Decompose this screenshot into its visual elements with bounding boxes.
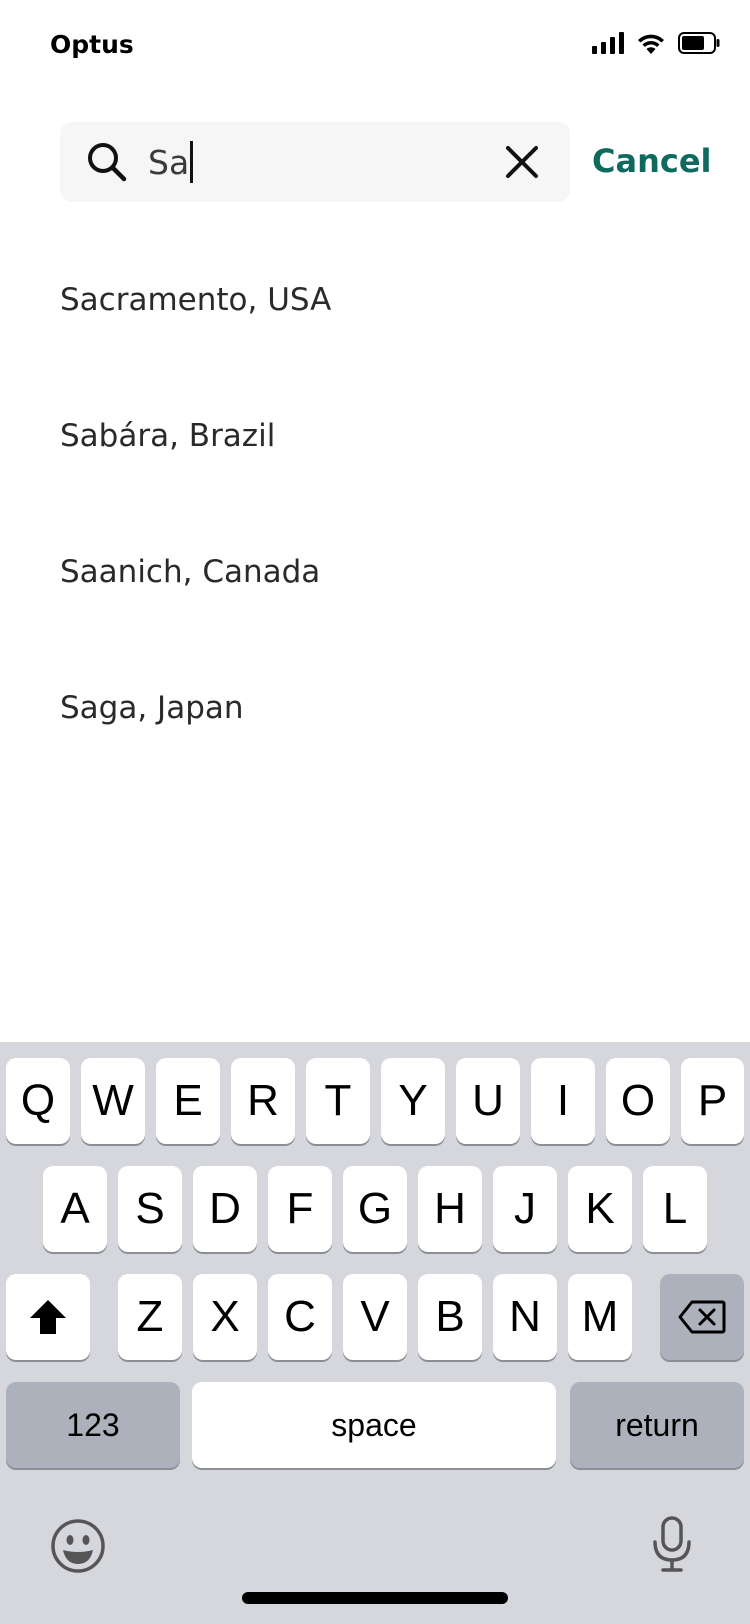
status-bar: Optus — [0, 0, 750, 92]
home-indicator[interactable] — [242, 1592, 508, 1604]
cancel-button[interactable]: Cancel — [592, 142, 712, 180]
key-a[interactable]: A — [43, 1166, 107, 1252]
city-search-screen: Optus Sa Cancel Sacramento, USA Sabára, … — [0, 0, 750, 1624]
key-f[interactable]: F — [268, 1166, 332, 1252]
shift-icon — [30, 1300, 66, 1334]
key-n[interactable]: N — [493, 1274, 557, 1360]
search-icon — [88, 143, 127, 182]
key-j[interactable]: J — [493, 1166, 557, 1252]
text-caret — [190, 141, 194, 183]
return-key[interactable]: return — [570, 1382, 744, 1468]
key-g[interactable]: G — [343, 1166, 407, 1252]
key-z[interactable]: Z — [118, 1274, 182, 1360]
key-q[interactable]: Q — [6, 1058, 70, 1144]
carrier-label: Optus — [50, 30, 134, 59]
wifi-icon — [638, 34, 664, 54]
key-m[interactable]: M — [568, 1274, 632, 1360]
key-w[interactable]: W — [81, 1058, 145, 1144]
key-s[interactable]: S — [118, 1166, 182, 1252]
key-x[interactable]: X — [193, 1274, 257, 1360]
key-u[interactable]: U — [456, 1058, 520, 1144]
result-item[interactable]: Sabára, Brazil — [0, 368, 750, 504]
search-results-list: Sacramento, USA Sabára, Brazil Saanich, … — [0, 232, 750, 776]
key-b[interactable]: B — [418, 1274, 482, 1360]
result-item[interactable]: Sacramento, USA — [0, 232, 750, 368]
search-input[interactable]: Sa — [148, 140, 194, 184]
search-input-value: Sa — [148, 142, 190, 182]
result-item[interactable]: Saanich, Canada — [0, 504, 750, 640]
key-d[interactable]: D — [193, 1166, 257, 1252]
key-r[interactable]: R — [231, 1058, 295, 1144]
result-item[interactable]: Saga, Japan — [0, 640, 750, 776]
key-t[interactable]: T — [306, 1058, 370, 1144]
key-v[interactable]: V — [343, 1274, 407, 1360]
microphone-icon[interactable] — [650, 1514, 694, 1574]
key-i[interactable]: I — [531, 1058, 595, 1144]
space-key[interactable]: space — [192, 1382, 556, 1468]
backspace-key[interactable] — [660, 1274, 744, 1360]
status-icons — [592, 32, 720, 54]
key-p[interactable]: P — [681, 1058, 744, 1144]
backspace-icon — [678, 1300, 726, 1334]
key-k[interactable]: K — [568, 1166, 632, 1252]
key-y[interactable]: Y — [381, 1058, 445, 1144]
key-c[interactable]: C — [268, 1274, 332, 1360]
cellular-signal-icon — [592, 32, 624, 54]
close-icon[interactable] — [504, 144, 540, 180]
search-field[interactable]: Sa — [60, 122, 570, 202]
key-l[interactable]: L — [643, 1166, 707, 1252]
key-h[interactable]: H — [418, 1166, 482, 1252]
emoji-icon[interactable] — [50, 1518, 106, 1574]
numbers-key[interactable]: 123 — [6, 1382, 180, 1468]
key-o[interactable]: O — [606, 1058, 670, 1144]
shift-key[interactable] — [6, 1274, 90, 1360]
key-e[interactable]: E — [156, 1058, 220, 1144]
battery-icon — [678, 32, 720, 54]
on-screen-keyboard: Q W E R T Y U I O P A S D F G H J K L Z … — [0, 1042, 750, 1624]
